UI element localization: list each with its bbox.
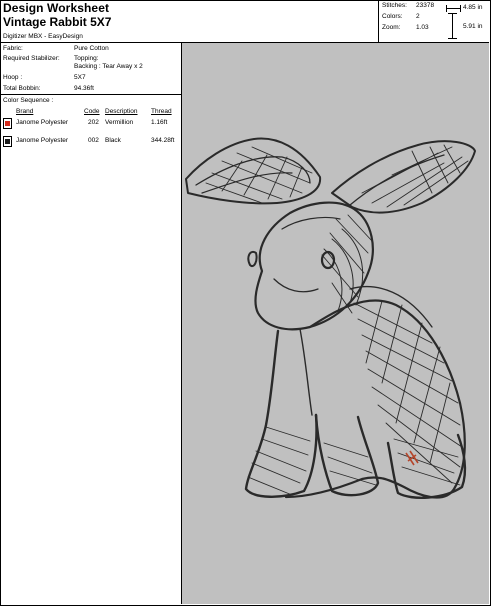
- colors-label: Colors:: [382, 13, 403, 20]
- stitches-label: Stitches:: [382, 2, 407, 9]
- color-swatch-black: [5, 139, 10, 144]
- rabbit-nose: [247, 251, 258, 267]
- row-brand: Janome Polyester: [16, 137, 69, 144]
- description-header: Description: [105, 108, 138, 115]
- row-thread: 344.28ft: [151, 137, 175, 144]
- hoop-value: 5X7: [74, 74, 86, 81]
- stitches-value: 23378: [416, 2, 435, 9]
- height-dimension-tick-bottom: [448, 38, 457, 39]
- bobbin-value: 94.36ft: [74, 85, 94, 92]
- stabilizer-label: Required Stabilizer:: [3, 55, 60, 62]
- left-ear: [185, 137, 322, 205]
- thread-spool-icon: [3, 118, 12, 129]
- thread-spool-icon: [3, 136, 12, 147]
- row-code: 202: [88, 119, 99, 126]
- width-dimension-line: [446, 8, 460, 9]
- fabric-value: Pure Cotton: [74, 45, 109, 52]
- right-ear: [331, 140, 476, 214]
- vermillion-accent: [405, 450, 419, 466]
- brand-header: Brand: [16, 108, 34, 115]
- code-header: Code: [84, 108, 100, 115]
- row-thread: 1.16ft: [151, 119, 168, 126]
- zoom-value: 1.03: [416, 24, 429, 31]
- info-divider: [0, 94, 181, 95]
- row-brand: Janome Polyester: [16, 119, 69, 126]
- colors-value: 2: [416, 13, 420, 20]
- zoom-label: Zoom:: [382, 24, 401, 31]
- page-title: Design Worksheet: [3, 1, 110, 15]
- color-sequence-title: Color Sequence :: [3, 97, 54, 104]
- row-code: 002: [88, 137, 99, 144]
- bobbin-label: Total Bobbin:: [3, 85, 41, 92]
- design-height: 5.91 in: [463, 23, 483, 30]
- design-preview: [182, 43, 489, 604]
- rabbit-embroidery-illustration: [185, 137, 476, 499]
- color-swatch-vermillion: [5, 121, 10, 126]
- height-dimension-line: [452, 13, 453, 38]
- front-legs: [244, 328, 380, 498]
- stabilizer-backing: Backing : Tear Away x 2: [74, 63, 143, 70]
- stabilizer-topping: Topping:: [74, 55, 99, 62]
- row-description: Vermillion: [105, 119, 134, 126]
- thread-header: Thread: [151, 108, 172, 115]
- hoop-label: Hoop :: [3, 74, 23, 81]
- fabric-label: Fabric:: [3, 45, 23, 52]
- rabbit-eye: [320, 250, 336, 270]
- design-name: Vintage Rabbit 5X7: [3, 15, 112, 29]
- design-width: 4.85 in: [463, 4, 483, 11]
- head: [254, 201, 374, 331]
- digitizer-credit: Digitizer MBX - EasyDesign: [3, 33, 83, 40]
- width-dimension-tick-right: [460, 5, 461, 12]
- row-description: Black: [105, 137, 121, 144]
